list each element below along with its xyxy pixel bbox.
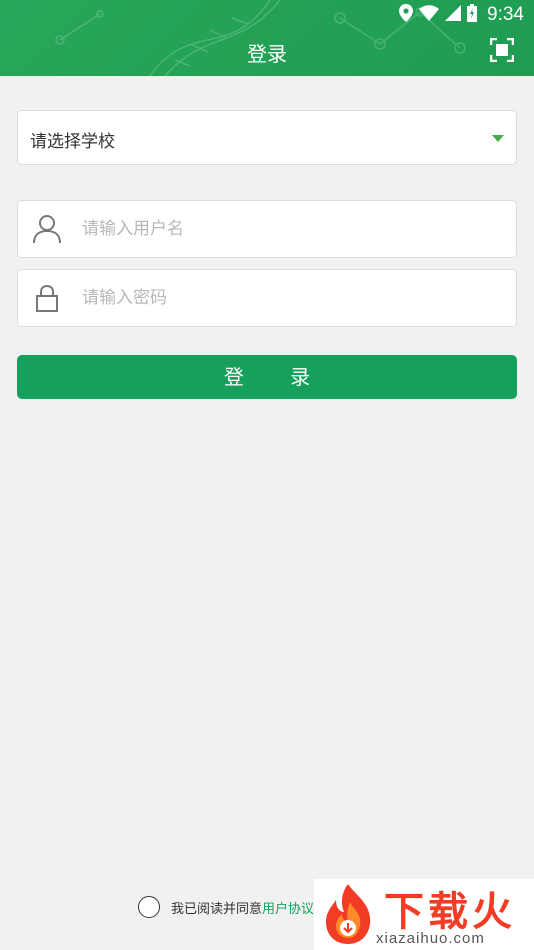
watermark-cn: 下载火 <box>384 889 516 935</box>
scan-icon <box>489 37 515 63</box>
page-title: 登录 <box>247 42 287 66</box>
scan-button[interactable] <box>489 37 515 63</box>
watermark: 下载火 xiazaihuo.com <box>314 879 534 950</box>
agreement: 我已阅读并同意 用户协议 <box>138 895 314 919</box>
login-button[interactable]: 登 录 <box>17 355 517 399</box>
agreement-text: 我已阅读并同意 <box>171 901 263 917</box>
status-time: 9:34 <box>487 4 524 25</box>
flame-logo-icon <box>326 884 371 944</box>
wifi-icon <box>419 5 440 25</box>
lock-icon <box>36 284 58 312</box>
battery-icon <box>467 4 478 26</box>
school-select[interactable]: 请选择学校 <box>17 110 517 165</box>
location-icon <box>399 4 414 26</box>
header: 9:34 登录 <box>0 0 534 76</box>
user-icon <box>33 215 61 244</box>
agreement-checkbox[interactable] <box>138 896 160 918</box>
caret-down-icon <box>492 135 504 142</box>
username-input[interactable] <box>82 201 502 257</box>
password-field <box>17 269 517 327</box>
signal-icon <box>445 5 462 25</box>
school-select-value: 请选择学校 <box>30 132 115 152</box>
user-agreement-link[interactable]: 用户协议 <box>262 898 314 917</box>
watermark-en: xiazaihuo.com <box>376 930 485 947</box>
username-field <box>17 200 517 258</box>
status-bar: 9:34 <box>0 0 534 28</box>
password-input[interactable] <box>82 270 502 326</box>
title-bar: 登录 <box>0 28 534 76</box>
